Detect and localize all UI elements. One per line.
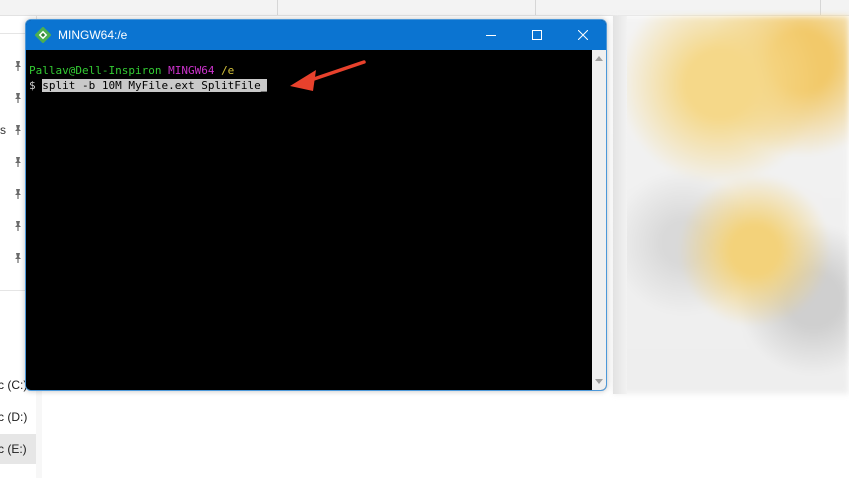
maximize-button[interactable] <box>514 20 560 50</box>
minimize-icon <box>486 35 496 36</box>
terminal-scrollbar[interactable] <box>592 50 606 390</box>
minimize-button[interactable] <box>468 20 514 50</box>
explorer-top-bar <box>0 0 849 16</box>
top-bar-separator <box>535 0 536 15</box>
pin-icon[interactable] <box>12 124 24 136</box>
pin-icon[interactable] <box>12 156 24 168</box>
command-line[interactable]: $ split -b 10M MyFile.ext SplitFile_ <box>29 79 268 93</box>
blurred-image-preview <box>613 16 849 394</box>
window-title: MINGW64:/e <box>58 28 128 42</box>
top-bar-separator <box>277 0 278 15</box>
close-button[interactable] <box>560 20 606 50</box>
top-bar-separator <box>820 0 821 15</box>
scroll-up-icon[interactable] <box>595 55 603 61</box>
prompt-path: /e <box>221 64 235 77</box>
maximize-icon <box>532 30 542 40</box>
red-arrow-icon <box>290 60 366 91</box>
pin-icon[interactable] <box>12 92 24 104</box>
prompt-env: MINGW64 <box>168 64 215 77</box>
sidebar-item-fragment: s <box>0 123 6 137</box>
close-icon <box>578 30 588 40</box>
prompt-dollar: $ <box>29 79 36 92</box>
terminal-titlebar[interactable]: MINGW64:/e <box>26 20 606 50</box>
prompt-user-host: Pallav@Dell-Inspiron <box>29 64 162 77</box>
prompt-line: Pallav@Dell-Inspiron MINGW64 /e <box>29 64 234 78</box>
mingw-icon <box>35 27 51 43</box>
scroll-down-icon[interactable] <box>595 379 603 385</box>
selected-command-text[interactable]: split -b 10M MyFile.ext SplitFile_ <box>42 79 268 92</box>
pin-icon[interactable] <box>12 188 24 200</box>
pin-icon[interactable] <box>12 252 24 264</box>
drive-item-e[interactable]: c (E:) <box>0 434 36 464</box>
terminal-output[interactable]: Pallav@Dell-Inspiron MINGW64 /e $ split … <box>26 50 592 390</box>
pin-icon[interactable] <box>12 60 24 72</box>
image-preview-edge <box>613 16 627 394</box>
drive-item-d[interactable]: c (D:) <box>0 402 36 432</box>
pin-icon[interactable] <box>12 220 24 232</box>
